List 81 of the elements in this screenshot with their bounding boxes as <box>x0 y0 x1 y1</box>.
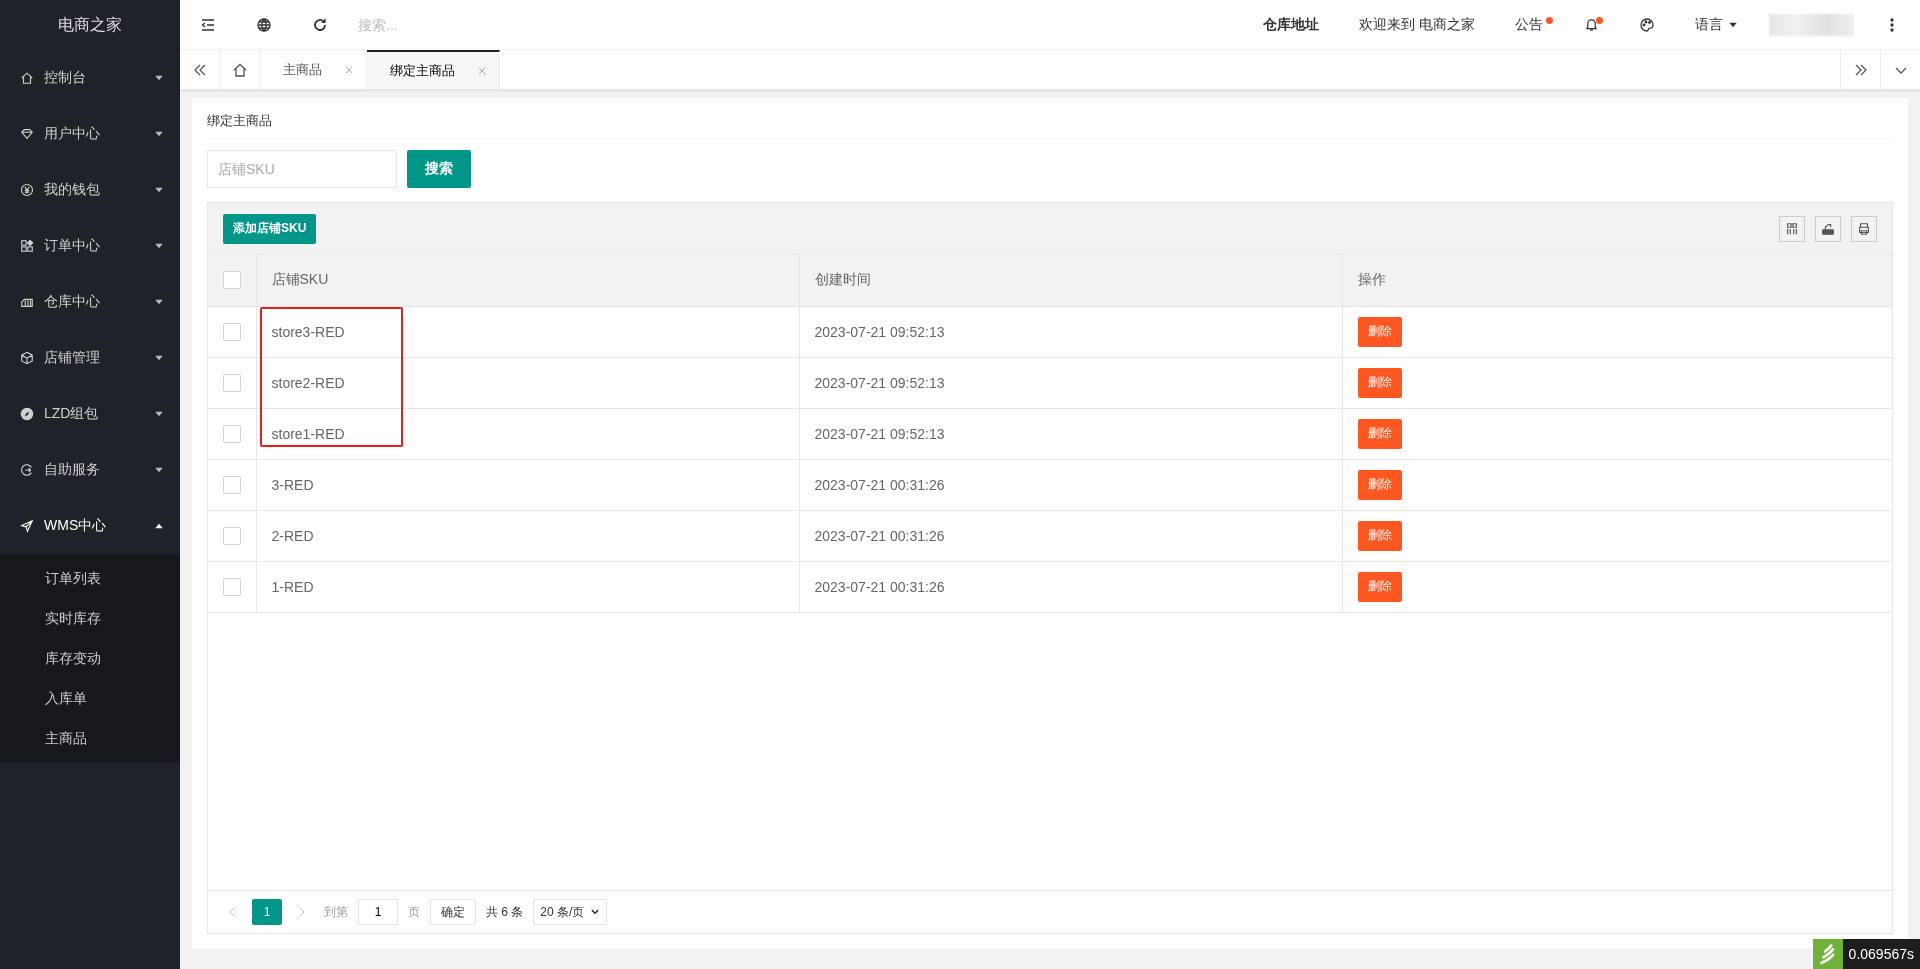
column-header: 操作 <box>1342 255 1892 306</box>
printer-icon <box>1857 221 1871 236</box>
home-icon <box>231 61 248 78</box>
welcome-text: 欢迎来到 电商之家 <box>1358 14 1476 34</box>
sidebar-item[interactable]: 自助服务 <box>0 442 180 498</box>
table-cell: store1-RED <box>256 408 799 459</box>
sidebar-item[interactable]: 店铺管理 <box>0 330 180 386</box>
sidebar-item[interactable]: LZD组包 <box>0 386 180 442</box>
notification-dot <box>1546 16 1553 24</box>
indent-icon <box>200 16 216 33</box>
export-icon <box>1821 221 1835 236</box>
submenu-item[interactable]: 实时库存 <box>0 598 180 638</box>
search-button[interactable]: 搜索 <box>407 150 471 188</box>
compass-icon <box>20 407 34 421</box>
table-cell: 2023-07-21 09:52:13 <box>799 357 1342 408</box>
load-time-text: 0.069567s <box>1847 945 1915 964</box>
row-checkbox[interactable] <box>223 577 241 596</box>
table-cell: store3-RED <box>256 306 799 357</box>
sidebar-item[interactable]: 控制台 <box>0 50 180 106</box>
bell-icon <box>1583 17 1599 32</box>
sidebar-item[interactable]: 仓库中心 <box>0 274 180 330</box>
grid-icon <box>20 239 34 253</box>
page-tab[interactable]: 绑定主商品 <box>367 50 500 89</box>
row-checkbox[interactable] <box>223 322 241 341</box>
table-cell: store2-RED <box>256 357 799 408</box>
table-cell: 3-RED <box>256 459 799 510</box>
table-cell: 2023-07-21 09:52:13 <box>799 408 1342 459</box>
home-icon <box>20 71 34 85</box>
page-size-select[interactable]: 20 条/页 <box>533 899 608 925</box>
send-icon <box>20 519 34 533</box>
row-checkbox[interactable] <box>223 475 241 494</box>
close-tab-button[interactable] <box>344 64 354 75</box>
globe-icon <box>256 16 272 33</box>
diamond-icon <box>20 127 34 141</box>
page-number-field[interactable]: 1 <box>358 899 398 925</box>
row-checkbox[interactable] <box>223 424 241 443</box>
export-button[interactable] <box>1815 215 1841 242</box>
sidebar-item[interactable]: 用户中心 <box>0 106 180 162</box>
chevron-down-icon <box>590 907 601 917</box>
yen-icon <box>20 183 34 197</box>
table-cell: 2023-07-21 09:52:13 <box>799 306 1342 357</box>
columns-icon <box>1785 221 1799 236</box>
table-cell: 2023-07-21 00:31:26 <box>799 561 1342 612</box>
sku-input-field[interactable]: 店铺SKU <box>207 150 397 188</box>
submenu-item[interactable]: 库存变动 <box>0 638 180 678</box>
palette-icon <box>1639 16 1655 33</box>
confirm-button[interactable]: 确定 <box>430 899 476 925</box>
select-all-checkbox[interactable] <box>223 271 241 290</box>
sidebar-item[interactable]: 我的钱包 <box>0 162 180 218</box>
submenu-item[interactable]: 入库单 <box>0 678 180 718</box>
print-button[interactable] <box>1851 215 1877 242</box>
row-checkbox[interactable] <box>223 373 241 392</box>
close-icon <box>477 65 487 76</box>
table-cell: 2-RED <box>256 510 799 561</box>
close-icon <box>344 64 354 75</box>
column-header: 店铺SKU <box>256 255 799 306</box>
add-store-sku-button[interactable]: 添加店铺SKU <box>223 213 317 244</box>
page-number-button[interactable]: 1 <box>252 899 282 925</box>
notice-link[interactable]: 公告 <box>1495 0 1563 50</box>
app-logo-text: 电商之家 <box>57 14 123 35</box>
table-cell: 1-RED <box>256 561 799 612</box>
service-icon <box>20 463 34 477</box>
page-unit-label: 页 <box>407 903 421 921</box>
close-tab-button[interactable] <box>477 65 487 76</box>
submenu-item[interactable]: 主商品 <box>0 718 180 758</box>
columns-button[interactable] <box>1779 215 1805 242</box>
refresh-icon <box>312 16 328 33</box>
column-header: 创建时间 <box>799 255 1342 306</box>
sidebar-item[interactable]: WMS中心 <box>0 498 180 554</box>
sidebar-item[interactable]: 订单中心 <box>0 218 180 274</box>
cube-icon <box>20 351 34 365</box>
total-count-text: 共 6 条 <box>485 903 525 921</box>
table-cell: 2023-07-21 00:31:26 <box>799 459 1342 510</box>
row-checkbox[interactable] <box>223 526 241 545</box>
table-cell: 2023-07-21 00:31:26 <box>799 510 1342 561</box>
notification-dot <box>1596 16 1603 24</box>
goto-label: 到第 <box>323 903 349 921</box>
language-dropdown[interactable]: 语言 <box>1675 0 1759 50</box>
page-title: 绑定主商品 <box>207 98 1893 140</box>
submenu-item[interactable]: 订单列表 <box>0 558 180 598</box>
warehouse-address-link[interactable]: 仓库地址 <box>1243 0 1340 50</box>
